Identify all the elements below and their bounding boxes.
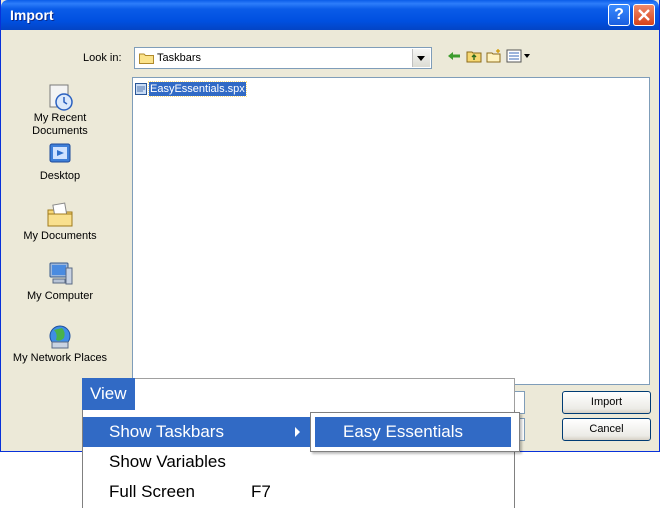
look-in-dropdown[interactable]: Taskbars — [134, 47, 432, 69]
new-folder-icon[interactable] — [486, 48, 502, 64]
taskbars-submenu: Easy Essentials — [310, 412, 520, 452]
menu-shortcut: F7 — [251, 482, 271, 501]
close-icon — [638, 9, 650, 21]
help-button[interactable]: ? — [608, 4, 630, 26]
file-list[interactable]: EasyEssentials.spx — [132, 77, 650, 385]
places-bar: My Recent Documents Desktop My Documents — [5, 76, 129, 384]
view-menu-icon[interactable] — [506, 48, 532, 64]
folder-icon — [139, 53, 154, 64]
up-folder-icon[interactable] — [466, 48, 482, 64]
network-places-icon — [49, 325, 71, 349]
my-computer-icon — [49, 262, 73, 285]
place-my-computer[interactable]: My Computer — [5, 260, 115, 303]
recent-documents-icon — [49, 84, 73, 111]
submenu-item-easy-essentials[interactable]: Easy Essentials — [315, 417, 511, 447]
menu-bar — [135, 378, 515, 410]
import-button[interactable]: Import — [562, 391, 651, 414]
cancel-button[interactable]: Cancel — [562, 418, 651, 441]
place-my-network-places[interactable]: My Network Places — [5, 322, 115, 365]
my-documents-icon — [47, 202, 73, 227]
file-name: EasyEssentials.spx — [148, 81, 247, 97]
chevron-down-icon — [417, 56, 425, 61]
back-icon[interactable] — [446, 48, 462, 64]
place-desktop[interactable]: Desktop — [5, 140, 115, 183]
place-my-documents[interactable]: My Documents — [5, 200, 115, 243]
desktop-icon — [49, 143, 71, 163]
look-in-value: Taskbars — [157, 52, 202, 64]
close-button[interactable] — [633, 4, 655, 26]
menu-item-show-taskbars[interactable]: Show Taskbars — [83, 417, 311, 447]
title-bar[interactable]: Import ? — [1, 0, 659, 30]
window-title: Import — [10, 7, 54, 23]
file-icon — [135, 83, 147, 95]
place-my-recent-documents[interactable]: My Recent Documents — [5, 82, 115, 138]
look-in-label: Look in: — [83, 52, 122, 64]
submenu-arrow-icon — [295, 427, 300, 437]
menu-item-full-screen[interactable]: Full Screen F7 — [83, 477, 514, 507]
look-in-dropdown-button[interactable] — [412, 49, 430, 67]
view-menu-title[interactable]: View — [82, 378, 135, 410]
